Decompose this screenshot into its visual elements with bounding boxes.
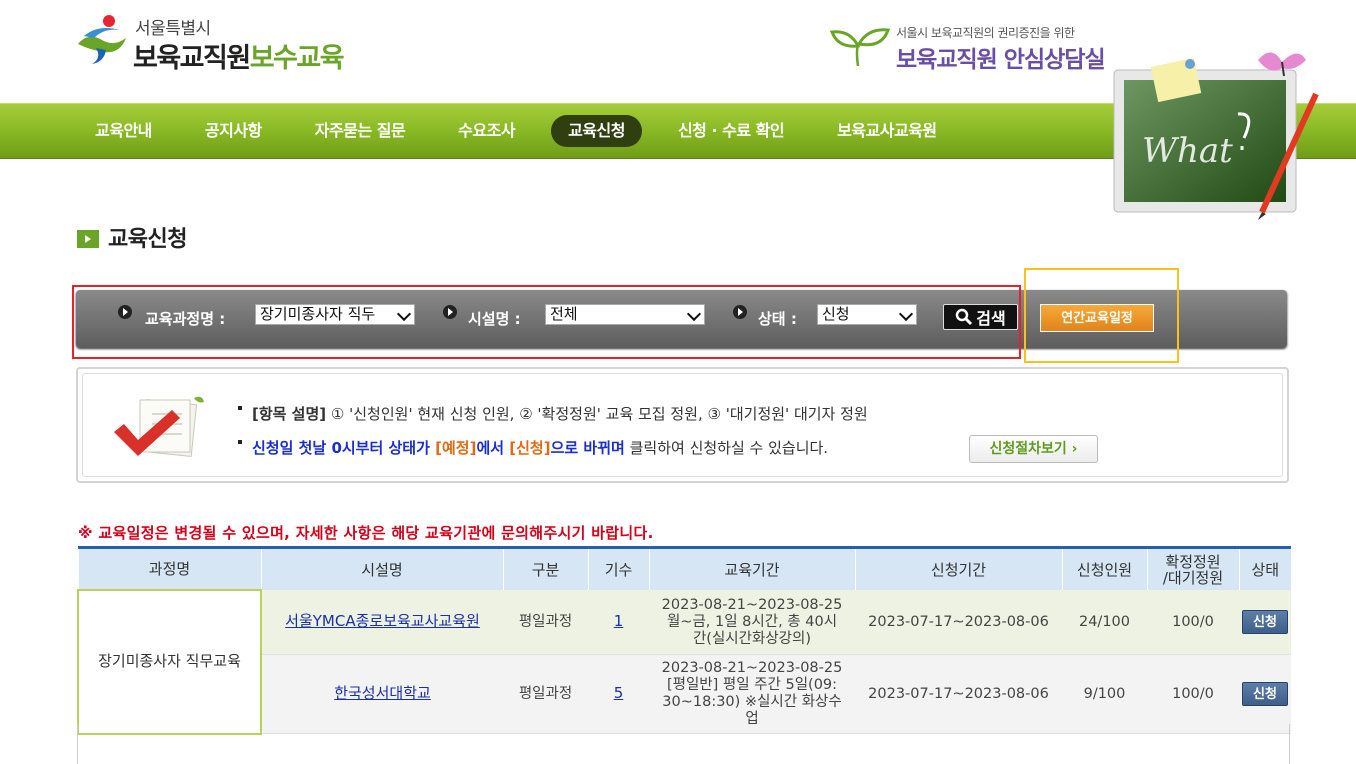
procedure-button[interactable]: 신청절차보기 ›: [969, 435, 1098, 463]
nav-item-edu-apply[interactable]: 교육신청: [551, 115, 642, 147]
term-link[interactable]: 1: [614, 612, 624, 630]
apply-button[interactable]: 신청: [1242, 682, 1288, 706]
nav-item-teacher-institute[interactable]: 보육교사교육원: [820, 115, 954, 147]
period-line: [평일반] 평일 주간 5일(09:: [666, 677, 838, 693]
apply-period-cell: 2023-07-17~2023-08-06: [855, 654, 1062, 734]
info-text-status-apply: [신청]: [509, 439, 551, 457]
nav-item-edu-guide[interactable]: 교육안내: [78, 115, 169, 147]
bullet-square-icon: [238, 406, 242, 410]
info-item-heading: [항목 설명]: [252, 405, 327, 423]
col-term: 기수: [587, 546, 649, 590]
applicants-cell: 24/100: [1062, 590, 1147, 655]
counsel-center-link[interactable]: 보육교직원 안심상담실: [896, 40, 1106, 74]
facility-link[interactable]: 서울YMCA종로보육교사교육원: [285, 612, 480, 630]
apply-period-cell: 2023-07-17~2023-08-06: [855, 590, 1062, 655]
col-applicants: 신청인원: [1061, 546, 1147, 590]
edu-period-cell: 2023-08-21~2023-08-25 월~금, 1일 8시간, 총 40시 간…: [649, 590, 855, 655]
info-box-inner: [82, 373, 1283, 477]
term-link[interactable]: 5: [614, 684, 624, 702]
info-text-f: 클릭하여 신청하실 수 있습니다.: [624, 439, 829, 457]
quota-cell: 100/0: [1147, 590, 1239, 655]
page-title: 교육신청: [108, 227, 187, 252]
site-logo-text[interactable]: 보육교직원보수교육: [133, 36, 345, 75]
facility-cell: 한국성서대학교: [261, 654, 503, 734]
period-line: 월~금, 1일 8시간, 총 40시: [666, 613, 838, 630]
bullet-square-icon: [238, 440, 242, 444]
col-quota: 확정정원/대기정원: [1146, 546, 1239, 590]
info-text-c: 에서: [476, 439, 510, 457]
col-quota-line2: /대기정원: [1162, 568, 1224, 587]
period-line: 2023-08-21~2023-08-25: [661, 596, 843, 613]
table-row: 장기미종사자 직무교육 서울YMCA종로보육교사교육원 평일과정 1 2023-…: [77, 589, 1291, 735]
apply-button[interactable]: 신청: [1242, 610, 1288, 634]
type-cell: 평일과정: [503, 654, 588, 734]
nav-item-survey[interactable]: 수요조사: [441, 115, 532, 147]
nav-item-apply-check[interactable]: 신청 · 수료 확인: [661, 115, 801, 147]
type-cell: 평일과정: [503, 590, 588, 655]
col-facility: 시설명: [260, 546, 503, 590]
annual-highlight-box: [1024, 268, 1179, 363]
table-bottom-area: [77, 724, 1290, 764]
chalkboard-illustration: What: [1113, 52, 1319, 220]
course-table: 과정명 시설명 구분 기수 교육기간 신청기간 신청인원 확정정원/대기정원 상…: [77, 546, 1291, 735]
info-line-2: 신청일 첫날 0시부터 상태가 [예정]에서 [신청]으로 바뀌며 클릭하여 신…: [238, 437, 828, 458]
schedule-notice: ※ 교육일정은 변경될 수 있으며, 자세한 사항은 해당 교육기관에 문의해주…: [78, 524, 654, 542]
status-cell: 신청: [1239, 654, 1291, 734]
status-cell: 신청: [1239, 590, 1291, 655]
logo-main-green: 보수교육: [249, 43, 345, 74]
col-status: 상태: [1238, 546, 1291, 590]
course-name-cell: 장기미종사자 직무교육: [77, 589, 262, 735]
period-line: 2023-08-21~2023-08-25: [661, 660, 843, 676]
title-bullet-icon: [77, 230, 99, 248]
counsel-subtitle: 서울시 보육교직원의 권리증진을 위한: [896, 26, 1075, 40]
col-course: 과정명: [77, 546, 261, 590]
search-highlight-box: [72, 285, 1021, 359]
nav-item-notice[interactable]: 공지사항: [188, 115, 279, 147]
quota-cell: 100/0: [1147, 654, 1239, 734]
period-line: 간(실시간화상강의): [692, 630, 812, 647]
svg-text:What: What: [1142, 131, 1233, 171]
info-text-a: 신청일 첫날 0시부터 상태가: [252, 439, 436, 457]
info-item-text: ① '신청인원' 현재 신청 인원, ② '확정정원' 교육 모집 정원, ③ …: [326, 405, 868, 423]
col-type: 구분: [502, 546, 588, 590]
col-edu-period: 교육기간: [648, 546, 855, 590]
term-cell: 1: [588, 590, 649, 655]
facility-cell: 서울YMCA종로보육교사교육원: [261, 590, 503, 655]
checklist-icon: [114, 396, 204, 458]
sprout-icon: [829, 28, 890, 67]
facility-link[interactable]: 한국성서대학교: [334, 684, 431, 702]
applicants-cell: 9/100: [1062, 654, 1147, 734]
logo-main-dark: 보육교직원: [133, 43, 251, 74]
info-text-status-planned: [예정]: [435, 439, 477, 457]
col-apply-period: 신청기간: [854, 546, 1062, 590]
period-line: 30~18:30) ※실시간 화상수: [662, 694, 842, 710]
seoul-logo-icon: [78, 15, 126, 64]
edu-period-cell: 2023-08-21~2023-08-25 [평일반] 평일 주간 5일(09: 3…: [649, 654, 855, 734]
nav-item-faq[interactable]: 자주묻는 질문: [298, 115, 422, 147]
info-text-e: 으로 바뀌며: [550, 439, 625, 457]
table-header-row: 과정명 시설명 구분 기수 교육기간 신청기간 신청인원 확정정원/대기정원 상…: [77, 546, 1291, 590]
info-line-1: [항목 설명] ① '신청인원' 현재 신청 인원, ② '확정정원' 교육 모…: [238, 403, 868, 424]
term-cell: 5: [588, 654, 649, 734]
